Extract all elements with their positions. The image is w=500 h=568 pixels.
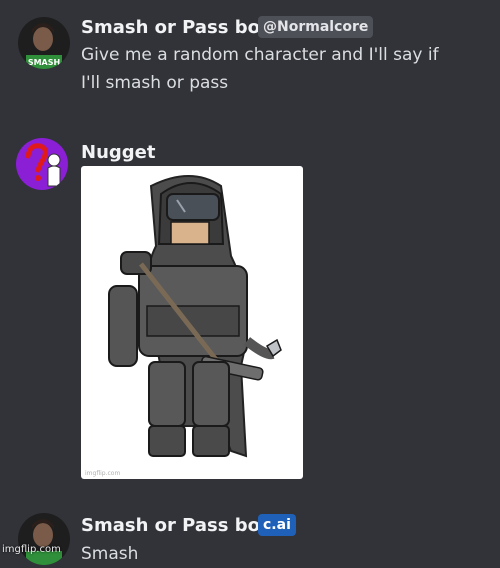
app-tag[interactable]: c.ai <box>258 514 296 536</box>
author-name[interactable]: Nugget <box>81 142 155 164</box>
bot-avatar[interactable]: SMASH <box>18 17 70 69</box>
message-text: Smash <box>81 544 139 564</box>
message-text-line: Give me a random character and I'll say … <box>81 45 439 65</box>
soldier-drawing-image <box>108 175 282 458</box>
bot-avatar-image: SMASH <box>18 17 70 69</box>
attachment-watermark: imgflip.com <box>85 470 121 477</box>
bot-avatar-image <box>18 513 70 565</box>
message-text-line: I'll smash or pass <box>81 73 229 93</box>
question-mark-avatar-icon <box>16 138 68 190</box>
nugget-avatar[interactable] <box>16 138 68 190</box>
bot-avatar[interactable] <box>18 513 70 565</box>
author-name[interactable]: Smash or Pass bot <box>81 17 269 39</box>
site-watermark: imgflip.com <box>2 544 61 555</box>
image-attachment[interactable]: imgflip.com <box>81 166 303 479</box>
user-tag[interactable]: @Normalcore <box>258 16 374 38</box>
avatar-caption: SMASH <box>28 58 60 67</box>
author-name[interactable]: Smash or Pass bot <box>81 515 269 537</box>
